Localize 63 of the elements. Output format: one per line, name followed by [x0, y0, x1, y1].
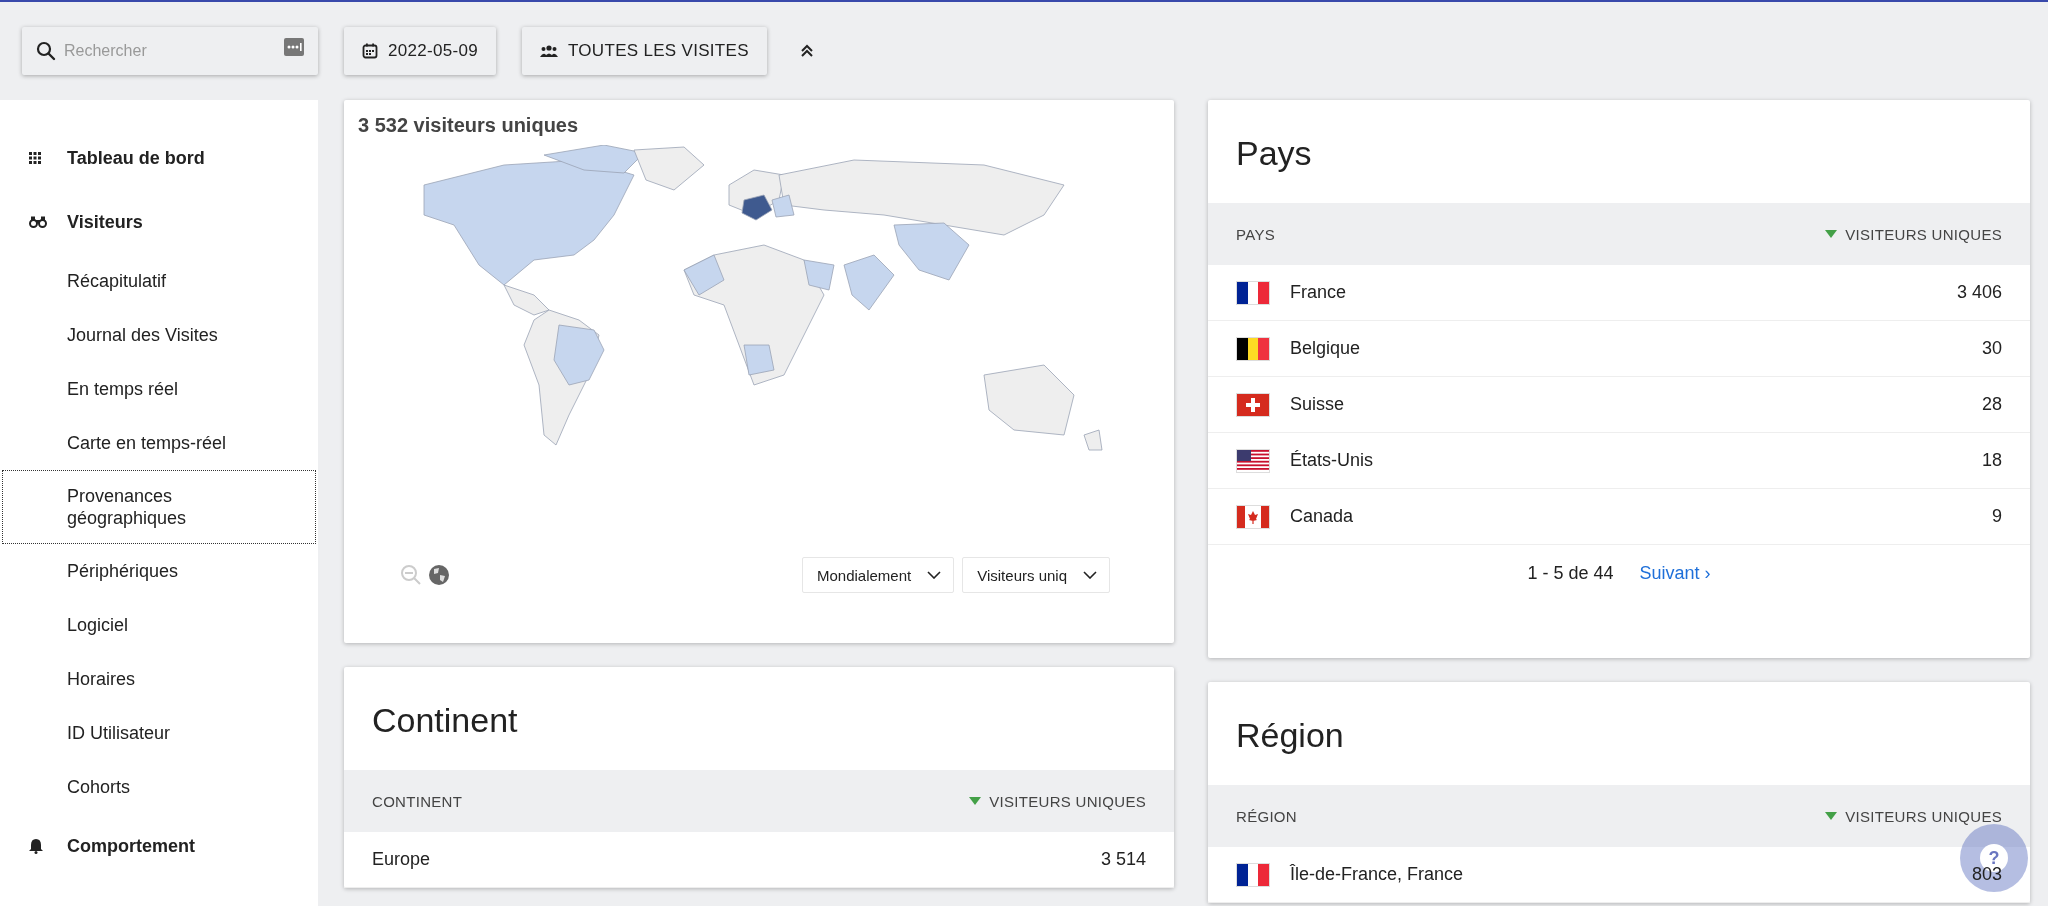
sidebar-item[interactable]: ID Utilisateur: [2, 706, 316, 760]
sidebar-item[interactable]: Tableau de bord: [2, 126, 316, 190]
sidebar-item[interactable]: Carte en temps-réel: [2, 416, 316, 470]
search-icon: [36, 41, 56, 61]
sidebar-item[interactable]: Périphériques: [2, 544, 316, 598]
binoculars-icon: [29, 216, 47, 228]
sidebar-item[interactable]: Journal des Visites: [2, 308, 316, 362]
map-title: 3 532 visiteurs uniques: [358, 114, 580, 137]
date-button[interactable]: 2022-05-09: [344, 27, 496, 75]
row-value: 3 514: [1100, 849, 1146, 870]
column-header: CONTINENT: [372, 792, 463, 810]
card-title: Pays: [1235, 133, 1313, 174]
bell-icon: [29, 838, 43, 854]
segment-button[interactable]: TOUTES LES VISITES: [521, 27, 767, 75]
sidebar-item[interactable]: Visiteurs: [2, 190, 316, 254]
row-value: 28: [1981, 394, 2002, 415]
row-label: Île-de-France, France: [1290, 864, 1465, 885]
column-header[interactable]: VISITEURS UNIQUES: [989, 792, 1146, 810]
flag-icon: [1236, 392, 1270, 417]
region-select[interactable]: Mondialement: [802, 557, 955, 593]
next-link[interactable]: Suivant ›: [1639, 563, 1711, 584]
sidebar-item[interactable]: En temps réel: [2, 362, 316, 416]
sidebar-item[interactable]: Horaires: [2, 652, 316, 706]
flag-icon: [1236, 336, 1270, 361]
calendar-icon: [362, 43, 378, 59]
sort-desc-icon: [969, 797, 982, 805]
flag-icon: [1236, 448, 1270, 473]
row-label: Europe: [372, 849, 432, 870]
row-value: 803: [1971, 864, 2002, 885]
row-label: Suisse: [1290, 394, 1346, 415]
grid-icon: [29, 152, 41, 164]
sidebar-item[interactable]: Récapitulatif: [2, 254, 316, 308]
row-value: 30: [1981, 338, 2002, 359]
card-title: Continent: [371, 700, 519, 741]
card-title: Région: [1235, 715, 1345, 756]
row-label: France: [1290, 282, 1348, 303]
flag-icon: [1236, 504, 1270, 529]
sidebar-item[interactable]: Logiciel: [2, 598, 316, 652]
column-header: PAYS: [1236, 225, 1275, 243]
sidebar-item[interactable]: Cohorts: [2, 760, 316, 814]
flag-icon: [1236, 280, 1270, 305]
password-manager-icon[interactable]: [284, 38, 304, 56]
column-header[interactable]: VISITEURS UNIQUES: [1845, 225, 2002, 243]
flag-icon: [1236, 862, 1270, 887]
sidebar-item[interactable]: Provenances géographiques: [2, 470, 316, 544]
chevron-icon: [927, 571, 942, 579]
users-icon: [539, 45, 558, 57]
row-value: 9: [1992, 506, 2002, 527]
search-field[interactable]: Rechercher: [22, 27, 318, 75]
sort-desc-icon: [1825, 230, 1838, 238]
row-value: 18: [1981, 450, 2002, 471]
column-header: RÉGION: [1236, 807, 1297, 825]
globe-icon[interactable]: [428, 564, 450, 586]
pagination-info: 1 - 5 de 44: [1527, 563, 1614, 584]
row-label: Canada: [1290, 506, 1355, 527]
metric-select[interactable]: Visiteurs uniq: [962, 557, 1110, 593]
chevron-icon: [1083, 571, 1097, 579]
row-label: États-Unis: [1290, 450, 1375, 471]
sidebar-item[interactable]: Comportement: [2, 814, 316, 878]
sort-desc-icon: [1825, 812, 1838, 820]
column-header[interactable]: VISITEURS UNIQUES: [1845, 807, 2002, 825]
row-value: 3 406: [1956, 282, 2002, 303]
row-label: Belgique: [1290, 338, 1362, 359]
